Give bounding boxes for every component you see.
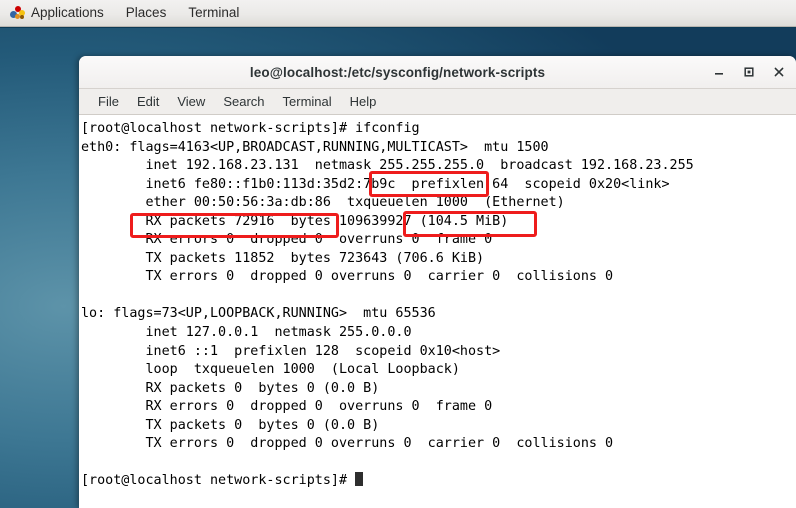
screen: Applications Places Terminal leo@localho…: [0, 0, 796, 508]
menu-file[interactable]: File: [89, 91, 128, 112]
close-icon[interactable]: [764, 57, 794, 87]
gnome-top-panel: Applications Places Terminal: [0, 0, 796, 27]
minimize-icon[interactable]: [704, 57, 734, 87]
panel-menu-terminal-label: Terminal: [188, 5, 240, 20]
window-title: leo@localhost:/etc/sysconfig/network-scr…: [249, 64, 546, 80]
panel-menu-terminal[interactable]: Terminal: [177, 2, 250, 24]
window-titlebar[interactable]: leo@localhost:/etc/sysconfig/network-scr…: [79, 56, 796, 89]
terminal-menubar: File Edit View Search Terminal Help: [79, 89, 796, 115]
menu-help[interactable]: Help: [341, 91, 386, 112]
menu-search[interactable]: Search: [214, 91, 273, 112]
panel-menu-applications[interactable]: Applications: [4, 2, 115, 24]
panel-menu-applications-label: Applications: [31, 5, 104, 20]
menu-edit[interactable]: Edit: [128, 91, 168, 112]
terminal-output-area[interactable]: [root@localhost network-scripts]# ifconf…: [79, 115, 796, 508]
terminal-window: leo@localhost:/etc/sysconfig/network-scr…: [79, 56, 796, 508]
panel-menu-places[interactable]: Places: [115, 2, 178, 24]
terminal-cursor: [355, 472, 364, 487]
window-controls: [704, 56, 794, 88]
menu-view[interactable]: View: [168, 91, 214, 112]
menu-terminal[interactable]: Terminal: [274, 91, 341, 112]
maximize-icon[interactable]: [734, 57, 764, 87]
panel-menu-places-label: Places: [125, 5, 167, 20]
terminal-text: [root@localhost network-scripts]# ifconf…: [81, 121, 694, 489]
gnome-footprint-icon: [10, 5, 25, 21]
